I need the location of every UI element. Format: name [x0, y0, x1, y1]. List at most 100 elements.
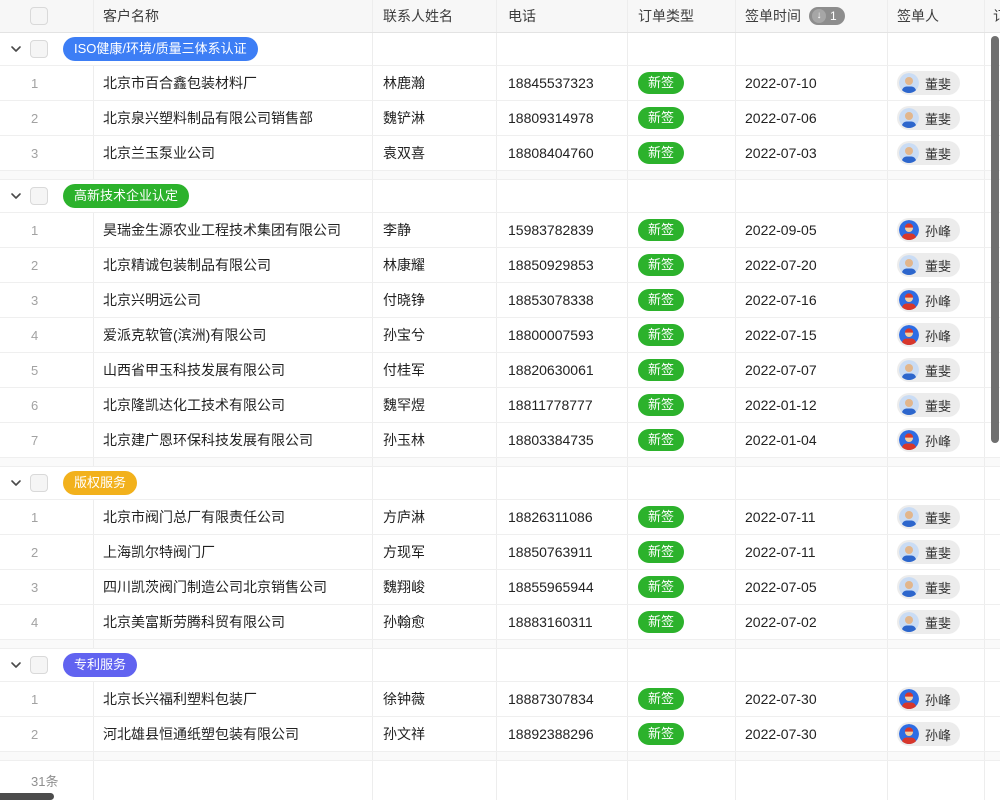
customer-name-cell: 北京隆凯达化工技术有限公司	[94, 388, 373, 422]
table-row[interactable]: 3北京兰玉泵业公司袁双喜18808404760新签2022-07-03董斐	[0, 136, 1000, 171]
phone-cell: 18883160311	[497, 605, 628, 639]
order-type-cell: 新签	[628, 101, 736, 135]
group-checkbox[interactable]	[30, 40, 48, 58]
separator-cell	[888, 458, 985, 466]
table-row[interactable]: 4北京美富斯劳腾科贸有限公司孙翰愈18883160311新签2022-07-02…	[0, 605, 1000, 640]
phone-cell: 18811778777	[497, 388, 628, 422]
phone-cell: 18820630061	[497, 353, 628, 387]
chevron-down-icon[interactable]	[10, 659, 22, 671]
contact-name: 袁双喜	[383, 143, 425, 163]
table-row[interactable]: 2北京泉兴塑料制品有限公司销售部魏铲淋18809314978新签2022-07-…	[0, 101, 1000, 136]
group-header-row: ISO健康/环境/质量三体系认证	[0, 33, 1000, 66]
phone-number: 18826311086	[508, 509, 593, 525]
signer-cell: 孙峰	[888, 213, 985, 247]
table-row[interactable]: 2北京精诚包装制品有限公司林康耀18850929853新签2022-07-20董…	[0, 248, 1000, 283]
vertical-scrollbar-thumb[interactable]	[991, 36, 999, 443]
customer-name-cell: 四川凯茨阀门制造公司北京销售公司	[94, 570, 373, 604]
separator-cell	[888, 640, 985, 648]
extra-cell	[985, 570, 1000, 604]
separator-cell	[888, 171, 985, 179]
group-separator-row	[0, 458, 1000, 467]
group-badge: 专利服务	[63, 653, 137, 677]
sign-date: 2022-07-20	[745, 257, 817, 273]
order-type-cell: 新签	[628, 535, 736, 569]
signer-avatar	[899, 360, 919, 380]
signer-pill: 孙峰	[897, 722, 960, 746]
chevron-down-icon[interactable]	[10, 43, 22, 55]
contact-name: 魏罕煜	[383, 395, 425, 415]
order-type-badge: 新签	[638, 394, 684, 416]
table-row[interactable]: 2河北雄县恒通纸塑包装有限公司孙文祥18892388296新签2022-07-3…	[0, 717, 1000, 752]
signer-name: 孙峰	[925, 221, 951, 240]
header-cell-sign-date[interactable]: 签单时间↓1	[736, 0, 888, 32]
select-all-checkbox[interactable]	[30, 7, 48, 25]
order-type-cell: 新签	[628, 570, 736, 604]
horizontal-scrollbar-thumb[interactable]	[0, 793, 54, 800]
sign-date-cell: 2022-07-05	[736, 570, 888, 604]
signer-name: 孙峰	[925, 431, 951, 450]
table-row[interactable]: 5山西省甲玉科技发展有限公司付桂军18820630061新签2022-07-07…	[0, 353, 1000, 388]
sign-date-cell: 2022-07-30	[736, 717, 888, 751]
footer-empty-cell	[373, 761, 497, 800]
footer-empty-cell	[985, 761, 1000, 800]
header-cell-customer[interactable]: 客户名称	[94, 0, 373, 32]
table-header: 客户名称联系人姓名电话 订单类型 签单时间↓1签单人订	[0, 0, 1000, 33]
signer-pill: 董斐	[897, 141, 960, 165]
customer-name-cell: 北京市阀门总厂有限责任公司	[94, 500, 373, 534]
table-row[interactable]: 7北京建广恩环保科技发展有限公司孙玉林18803384735新签2022-01-…	[0, 423, 1000, 458]
contact-name-cell: 孙玉林	[373, 423, 497, 457]
signer-pill: 董斐	[897, 505, 960, 529]
contact-name: 林康耀	[383, 255, 425, 275]
header-cell-order-type[interactable]: 订单类型	[628, 0, 736, 32]
order-type-badge: 新签	[638, 289, 684, 311]
phone-number: 18892388296	[508, 726, 594, 742]
sign-date: 2022-07-30	[745, 726, 817, 742]
signer-avatar	[899, 724, 919, 744]
table-row[interactable]: 1北京长兴福利塑料包装厂徐钟薇18887307834新签2022-07-30孙峰	[0, 682, 1000, 717]
table-row[interactable]: 1北京市阀门总厂有限责任公司方庐淋18826311086新签2022-07-11…	[0, 500, 1000, 535]
table-row[interactable]: 1北京市百合鑫包装材料厂林鹿瀚18845537323新签2022-07-10董斐	[0, 66, 1000, 101]
customer-name: 山西省甲玉科技发展有限公司	[103, 360, 285, 380]
column-label: 电话	[508, 6, 536, 26]
chevron-down-icon[interactable]	[10, 477, 22, 489]
signer-pill: 董斐	[897, 253, 960, 277]
row-index: 3	[31, 580, 38, 595]
phone-number: 18853078338	[508, 292, 594, 308]
group-empty-cell	[888, 649, 985, 681]
customer-table: 客户名称联系人姓名电话 订单类型 签单时间↓1签单人订 ISO健康/环境/质量三体系认…	[0, 0, 1000, 800]
signer-avatar	[899, 577, 919, 597]
group-checkbox[interactable]	[30, 187, 48, 205]
order-type-cell: 新签	[628, 318, 736, 352]
header-cell-signer[interactable]: 签单人	[888, 0, 985, 32]
header-cell-contact[interactable]: 联系人姓名	[373, 0, 497, 32]
table-row[interactable]: 3北京兴明远公司付晓铮18853078338新签2022-07-16孙峰	[0, 283, 1000, 318]
group-checkbox[interactable]	[30, 474, 48, 492]
table-row[interactable]: 1昊瑞金生源农业工程技术集团有限公司李静15983782839新签2022-09…	[0, 213, 1000, 248]
separator-cell	[985, 640, 1000, 648]
chevron-down-icon[interactable]	[10, 190, 22, 202]
customer-name: 北京兰玉泵业公司	[103, 143, 215, 163]
sign-date-cell: 2022-09-05	[736, 213, 888, 247]
separator-cell	[0, 640, 94, 648]
contact-name-cell: 孙翰愈	[373, 605, 497, 639]
table-row[interactable]: 4爱派克软管(滨洲)有限公司孙宝兮18800007593新签2022-07-15…	[0, 318, 1000, 353]
signer-name: 董斐	[925, 508, 951, 527]
row-index: 4	[31, 615, 38, 630]
table-row[interactable]: 6北京隆凯达化工技术有限公司魏罕煜18811778777新签2022-01-12…	[0, 388, 1000, 423]
group-header-cell: ISO健康/环境/质量三体系认证	[0, 33, 373, 65]
column-label-partial: 订	[993, 6, 1000, 26]
row-index: 3	[31, 293, 38, 308]
row-index: 2	[31, 545, 38, 560]
signer-name: 孙峰	[925, 326, 951, 345]
contact-name: 孙翰愈	[383, 612, 425, 632]
row-index: 1	[31, 223, 38, 238]
group-checkbox[interactable]	[30, 656, 48, 674]
contact-name: 林鹿瀚	[383, 73, 425, 93]
table-row[interactable]: 2上海凯尔特阀门厂方现军18850763911新签2022-07-11董斐	[0, 535, 1000, 570]
sort-badge[interactable]: ↓1	[809, 7, 845, 25]
contact-name: 魏翔峻	[383, 577, 425, 597]
column-label: 订单类型	[638, 6, 694, 26]
header-cell-phone[interactable]: 电话	[497, 0, 628, 32]
table-row[interactable]: 3四川凯茨阀门制造公司北京销售公司魏翔峻18855965944新签2022-07…	[0, 570, 1000, 605]
phone-cell: 18850929853	[497, 248, 628, 282]
